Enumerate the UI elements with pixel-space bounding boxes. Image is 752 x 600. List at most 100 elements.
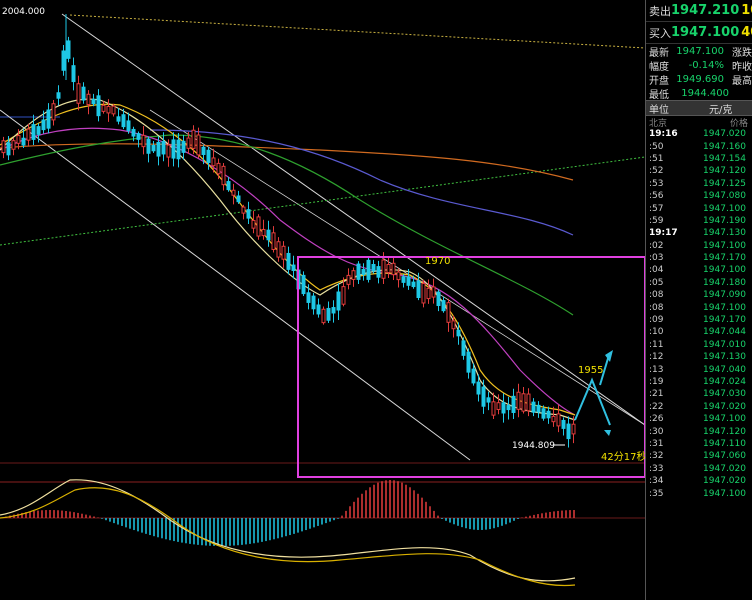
candle-body — [311, 295, 316, 310]
macd-histogram — [1, 480, 575, 546]
candle-body — [556, 413, 561, 427]
candle-body — [276, 241, 281, 258]
buy-row[interactable]: 买入 1947.100 40 — [646, 22, 752, 44]
candlestick-chart[interactable]: 2004.000 1970 1955 1944.809 42分17秒 — [0, 0, 645, 600]
candle-body — [271, 232, 276, 250]
candle-body — [416, 280, 421, 298]
candle-body — [386, 264, 391, 274]
label-low: 1944.809 — [512, 441, 555, 451]
tick-price: 1947.120 — [703, 426, 746, 437]
label-high: 2004.000 — [2, 7, 45, 17]
tick-time: :21 — [649, 389, 664, 400]
candle-body — [381, 259, 386, 279]
tick-row: :33 1947.020 — [646, 463, 752, 475]
info-key: 最新 — [649, 47, 669, 59]
candle-body — [86, 93, 91, 106]
tick-price: 1947.020 — [703, 129, 746, 140]
tick-time: :22 — [649, 401, 664, 412]
candle-body — [486, 397, 491, 403]
tick-price: 1947.160 — [703, 141, 746, 152]
tick-price: 1947.125 — [703, 178, 746, 189]
tick-time: 19:16 — [649, 129, 678, 140]
tick-row: :10 1947.044 — [646, 326, 752, 338]
candle-body — [1, 140, 6, 154]
candle-body — [451, 320, 456, 330]
info-key: 最低 — [649, 89, 669, 101]
candle-body — [146, 138, 151, 154]
candle-body — [551, 415, 556, 423]
candle-body — [401, 276, 406, 283]
sell-volume: 10 — [741, 3, 752, 18]
tick-row: :32 1947.060 — [646, 450, 752, 462]
candle-body — [351, 270, 356, 280]
tick-price: 1947.040 — [703, 364, 746, 375]
candle-body — [236, 195, 241, 203]
tick-row: :52 1947.120 — [646, 165, 752, 177]
tick-price: 1947.154 — [703, 153, 746, 164]
label-1955: 1955 — [578, 365, 603, 376]
candle-body — [71, 65, 76, 83]
candle-body — [506, 405, 511, 411]
candle-body — [31, 124, 36, 140]
candle-body — [491, 401, 496, 416]
info-key: 幅度 — [649, 61, 669, 73]
tick-time: :52 — [649, 166, 664, 177]
candle-body — [471, 368, 476, 384]
tick-time: :19 — [649, 377, 664, 387]
candle-body — [171, 139, 176, 159]
dotted-resistance-line — [69, 14, 645, 49]
tick-time: :53 — [649, 178, 664, 189]
tick-price: 1947.130 — [703, 228, 746, 239]
tick-time: :02 — [649, 240, 664, 251]
candle-body — [326, 307, 331, 321]
candle-body — [501, 402, 506, 414]
tick-row: :22 1947.020 — [646, 401, 752, 413]
tick-time: :57 — [649, 203, 664, 214]
tick-time: :56 — [649, 191, 664, 202]
sell-row[interactable]: 卖出 1947.210 10 — [646, 0, 752, 22]
candle-body — [446, 302, 451, 323]
candle-body — [341, 286, 346, 305]
tick-price: 1947.060 — [703, 451, 746, 462]
candle-body — [206, 149, 211, 163]
tick-time: :31 — [649, 438, 664, 449]
info-value: -0.14% — [688, 59, 724, 71]
candle-body — [201, 146, 206, 155]
tick-list[interactable]: 19:16 1947.020:50 1947.160:51 1947.154:52 19… — [646, 128, 752, 500]
candle-body — [156, 141, 161, 157]
candle-body — [441, 300, 446, 312]
candles-group — [1, 14, 576, 448]
candle-body — [371, 263, 376, 272]
candle-body — [546, 410, 551, 419]
tick-row: :53 1947.125 — [646, 178, 752, 190]
candle-body — [436, 291, 441, 307]
tick-time: :51 — [649, 153, 664, 164]
tick-price: 1947.100 — [703, 203, 746, 214]
info-key-2: 涨跌 — [732, 47, 752, 59]
tick-price: 1947.044 — [703, 327, 746, 338]
info-value: 1947.100 — [676, 45, 724, 57]
tick-time: :33 — [649, 463, 664, 474]
quote-panel: 卖出 1947.210 10 买入 1947.100 40 最新 1947.10… — [645, 0, 752, 600]
candle-body — [26, 128, 31, 141]
candle-body — [136, 133, 141, 140]
ma-magenta-line — [0, 127, 576, 416]
tick-price: 1947.110 — [703, 438, 746, 449]
tick-price: 1947.130 — [703, 352, 746, 363]
tick-price: 1947.120 — [703, 166, 746, 177]
tick-price: 1947.080 — [703, 191, 746, 202]
candle-body — [466, 351, 471, 373]
candle-body — [426, 287, 431, 300]
candle-body — [106, 105, 111, 114]
info-row: 幅度 -0.14% 昨收 — [646, 58, 752, 73]
tick-price: 1947.030 — [703, 389, 746, 400]
candle-body — [121, 114, 126, 128]
candle-body — [181, 140, 186, 153]
candle-body — [541, 408, 546, 419]
sell-label: 卖出 — [649, 4, 671, 18]
candle-body — [11, 140, 16, 150]
tick-time: :04 — [649, 265, 664, 276]
tick-time: :34 — [649, 476, 664, 487]
unit-value: 元/克 — [709, 104, 733, 116]
tick-price: 1947.100 — [703, 414, 746, 425]
